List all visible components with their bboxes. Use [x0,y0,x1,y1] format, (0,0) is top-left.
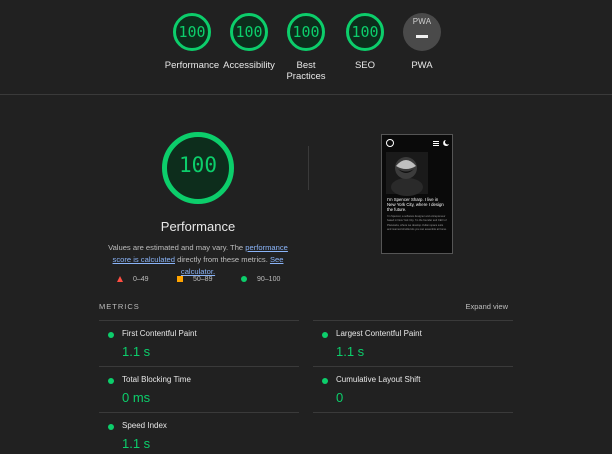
metrics-heading: METRICS [99,302,140,311]
metric-value: 1.1 s [122,436,151,451]
gauge-performance[interactable]: 100 Performance [162,12,222,71]
metrics-divider [99,366,299,367]
gauge-label: PWA [411,60,433,71]
legend-label: 0–49 [133,276,149,283]
metric-label: Speed Index [122,421,167,430]
pwa-badge-text: PWA [412,17,432,26]
gauge-label-line: Best [296,60,316,71]
screenshot-illustration [382,135,452,253]
screenshot-body-text: I'm Spencer, a software designer and ent… [387,215,447,232]
metric-value: 1.1 s [122,344,151,359]
gauge-label: Accessibility [223,60,275,71]
score-summary-bar: 100 Performance 100 Accessibility 100 Be… [0,0,612,95]
pass-circle-icon [108,332,114,338]
pass-circle-icon [241,276,247,283]
metrics-divider [99,412,299,413]
gauge-pwa[interactable]: PWA PWA [392,12,452,71]
performance-title: Performance [160,219,236,234]
metric-value: 1.1 s [336,344,365,359]
desc-text: Values are estimated and may vary. The [108,243,246,252]
legend-fail: 0–49 [117,276,149,283]
gauge-best-practices[interactable]: 100 Best Practices [276,12,336,82]
metrics-divider [99,320,299,321]
gauge-score: 100 [235,23,263,41]
final-screenshot-thumbnail[interactable]: I'm Spencer Sharp. I live in New York Ci… [381,134,453,254]
pass-circle-icon [108,424,114,430]
gauge-score: 100 [351,23,379,41]
metrics-divider [313,320,513,321]
metric-label: Largest Contentful Paint [336,329,422,338]
section-divider [308,146,309,190]
pass-circle-icon [322,332,328,338]
pass-circle-icon [322,378,328,384]
performance-score: 100 [179,153,217,177]
metrics-divider [313,412,513,413]
metric-value: 0 [336,390,344,405]
gauge-score: 100 [178,23,206,41]
gauge-accessibility[interactable]: 100 Accessibility [219,12,279,71]
average-square-icon [177,276,183,283]
gauge-score: 100 [292,23,320,41]
legend-label: 50–89 [193,276,213,283]
gauge-label: Best Practices [276,60,336,82]
gauge-label: SEO [354,60,376,71]
screenshot-headline: I'm Spencer Sharp. I live in New York Ci… [387,197,444,213]
metric-label: Cumulative Layout Shift [336,375,421,384]
metric-label: Total Blocking Time [122,375,191,384]
pwa-dash-icon [416,35,428,38]
legend-label: 90–100 [257,276,281,283]
legend-pass: 90–100 [241,276,280,283]
expand-view-button[interactable]: Expand view [440,302,508,311]
fail-triangle-icon [117,276,123,283]
desc-text: directly from these metrics. [175,255,270,264]
legend-average: 50–89 [177,276,212,283]
performance-description: Values are estimated and may vary. The p… [98,242,298,278]
metric-label: First Contentful Paint [122,329,197,338]
gauge-label-line: Practices [286,71,326,82]
gauge-label: Performance [164,60,220,71]
metric-value: 0 ms [122,390,151,405]
pass-circle-icon [108,378,114,384]
gauge-seo[interactable]: 100 SEO [335,12,395,71]
metrics-divider [313,366,513,367]
